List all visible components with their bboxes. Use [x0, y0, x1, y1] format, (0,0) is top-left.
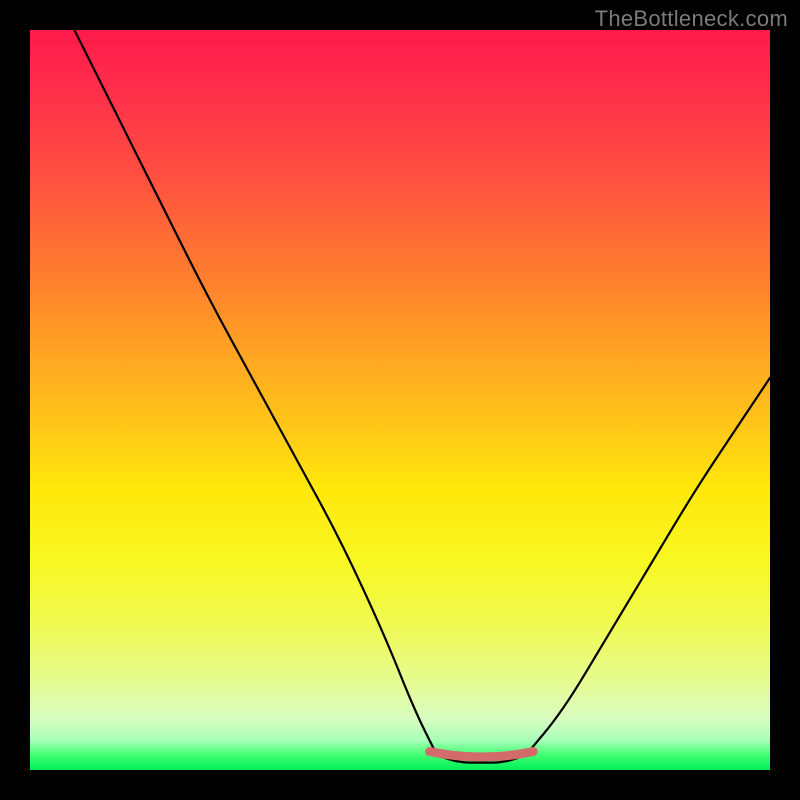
curve-path: [74, 30, 770, 763]
watermark-text: TheBottleneck.com: [595, 6, 788, 32]
bottleneck-curve: [30, 30, 770, 770]
optimal-range-marker: [430, 752, 534, 758]
plot-area: [30, 30, 770, 770]
chart-canvas: TheBottleneck.com: [0, 0, 800, 800]
